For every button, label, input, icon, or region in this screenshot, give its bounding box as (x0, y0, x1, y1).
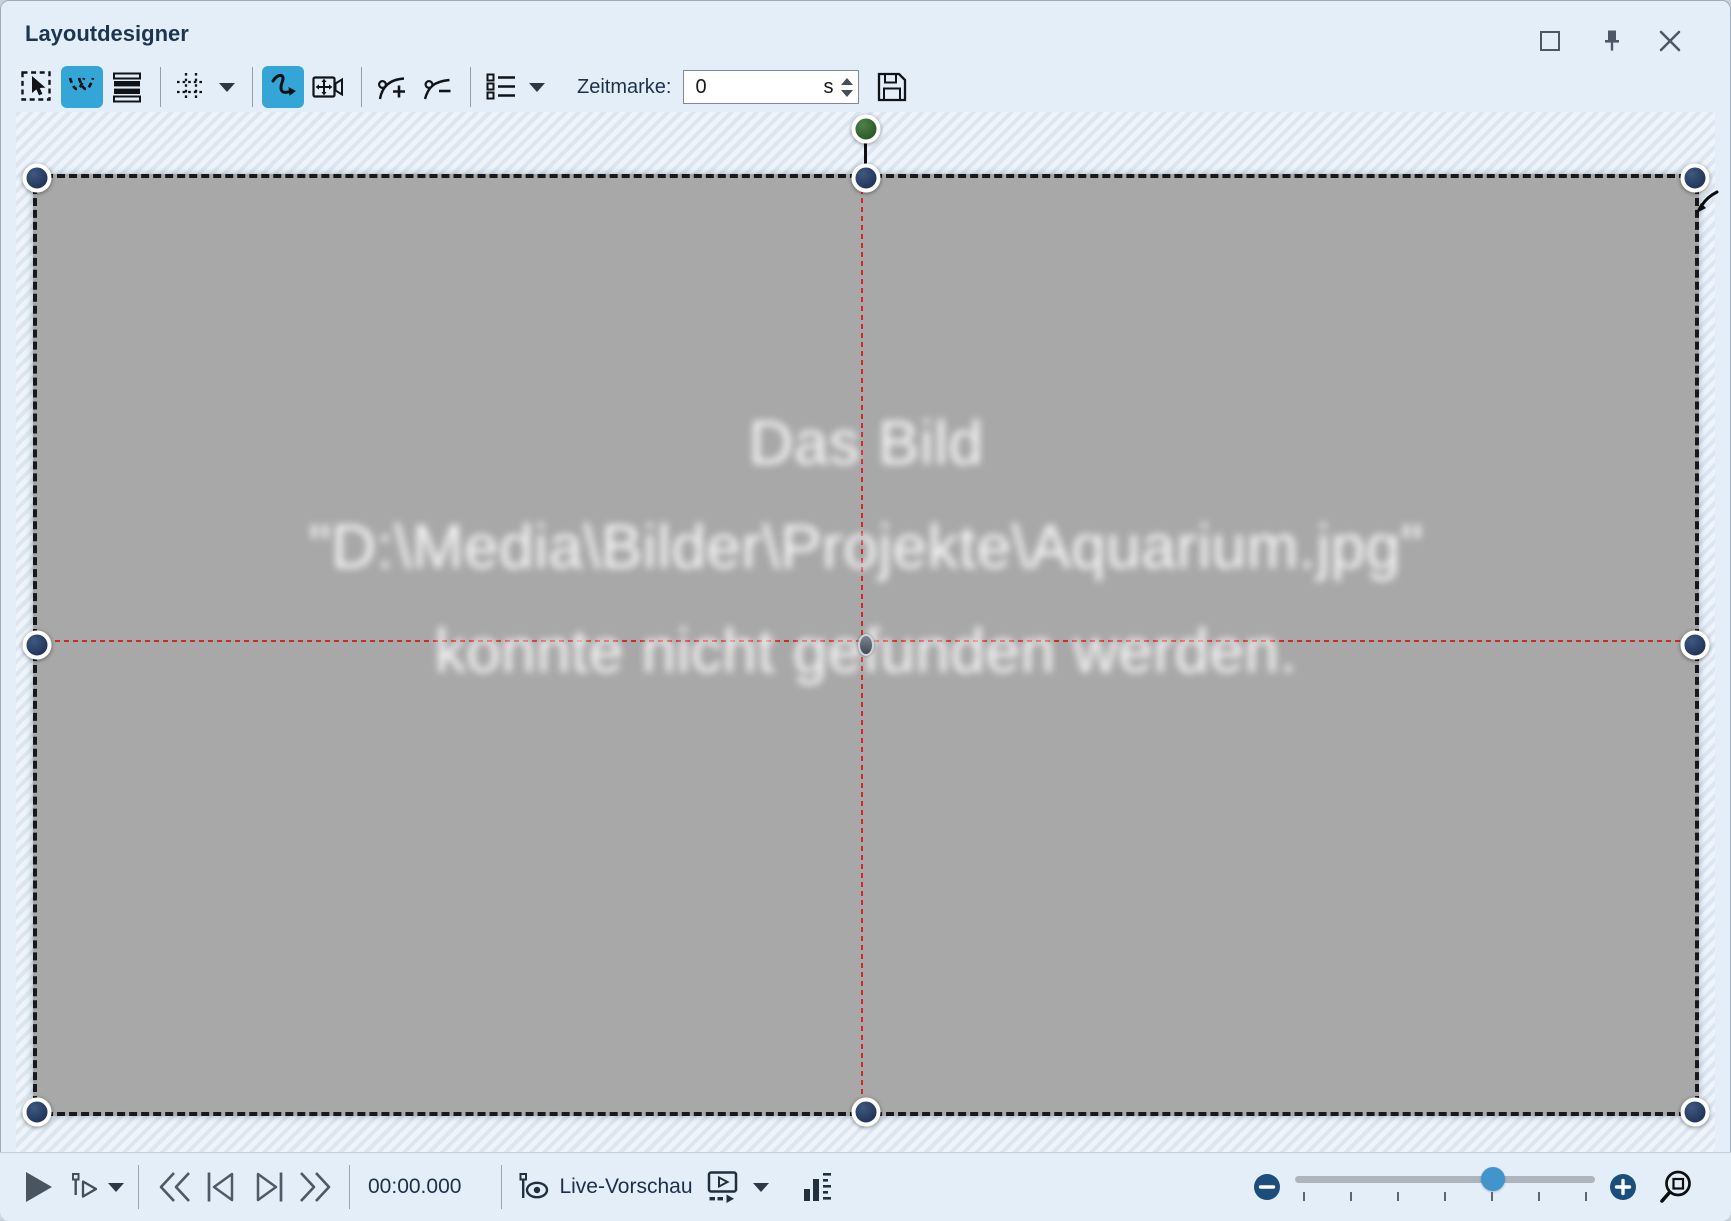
handle-middle-right[interactable] (1681, 631, 1710, 660)
error-line-2: "D:\Media\Bilder\Projekte\Aquarium.jpg" (37, 496, 1695, 600)
list-icon (484, 70, 518, 104)
transport-separator (138, 1165, 139, 1209)
remove-keyframe-button[interactable] (416, 66, 458, 108)
zoom-out-button[interactable] (1253, 1173, 1281, 1201)
zoom-in-icon (1609, 1173, 1637, 1201)
play-icon (24, 1171, 54, 1203)
handle-top-left[interactable] (23, 164, 52, 193)
camera-pan-button[interactable] (307, 66, 349, 108)
live-preview-icon (518, 1172, 550, 1202)
zeitmarke-unit: s (823, 76, 833, 99)
play-from-marker-button[interactable] (70, 1172, 100, 1202)
toolbar-separator (470, 67, 471, 107)
layers-button[interactable] (106, 66, 148, 108)
handle-bottom-center[interactable] (852, 1098, 881, 1127)
zoom-slider-track[interactable] (1295, 1176, 1595, 1183)
rewind-icon (153, 1169, 193, 1205)
grid-button[interactable] (170, 66, 212, 108)
camera-pan-icon (311, 70, 345, 104)
window-title: Layoutdesigner (25, 21, 189, 47)
brush-cursor-icon (1693, 190, 1719, 216)
play-dropdown-arrow[interactable] (108, 1183, 124, 1192)
pin-button[interactable] (1595, 24, 1629, 58)
add-keyframe-button[interactable] (371, 66, 413, 108)
layers-icon (110, 70, 144, 104)
rewind-button[interactable] (153, 1169, 193, 1205)
save-icon (875, 70, 909, 104)
center-anchor-handle[interactable] (858, 634, 874, 656)
toolbar-separator (160, 67, 161, 107)
transport-separator (501, 1165, 502, 1209)
preview-dropdown-arrow[interactable] (753, 1183, 769, 1192)
stats-icon (801, 1170, 833, 1204)
select-tool-button[interactable] (16, 66, 58, 108)
forward-icon (297, 1169, 337, 1205)
motion-path-tool-icon (65, 70, 99, 104)
zoom-fit-button[interactable] (1659, 1169, 1695, 1205)
play-from-marker-icon (70, 1172, 100, 1202)
list-button[interactable] (480, 66, 522, 108)
motion-path-tool-button[interactable] (61, 66, 103, 108)
select-tool-icon (20, 70, 54, 104)
handle-top-right[interactable] (1681, 164, 1710, 193)
forward-button[interactable] (297, 1169, 337, 1205)
zoom-slider-ticks (1303, 1192, 1587, 1201)
close-button[interactable] (1653, 24, 1687, 58)
grid-icon (174, 70, 208, 104)
zoom-controls (1253, 1166, 1731, 1208)
prev-frame-button[interactable] (201, 1169, 241, 1205)
add-keyframe-icon (375, 70, 409, 104)
missing-file-message: Das Bild "D:\Media\Bilder\Projekte\Aquar… (37, 392, 1695, 704)
main-toolbar: Zeitmarke: s (16, 62, 909, 112)
zeitmarke-input[interactable] (693, 75, 819, 100)
save-button[interactable] (875, 70, 909, 104)
handle-bottom-left[interactable] (23, 1098, 52, 1127)
smooth-curve-icon (266, 70, 300, 104)
live-preview-toggle[interactable] (518, 1172, 550, 1202)
rotation-handle[interactable] (852, 115, 881, 144)
next-frame-button[interactable] (249, 1169, 289, 1205)
close-icon (1658, 29, 1682, 53)
toolbar-separator (361, 67, 362, 107)
smooth-curve-button[interactable] (262, 66, 304, 108)
remove-keyframe-icon (420, 70, 454, 104)
grid-dropdown-arrow[interactable] (219, 83, 235, 92)
next-frame-icon (249, 1169, 289, 1205)
timestamp: 00:00.000 (368, 1175, 461, 1199)
spinner-down-arrow[interactable] (841, 90, 853, 97)
zoom-in-button[interactable] (1609, 1173, 1637, 1201)
zoom-slider-thumb[interactable] (1481, 1167, 1505, 1191)
transport-separator (349, 1165, 350, 1209)
handle-bottom-right[interactable] (1681, 1098, 1710, 1127)
preview-window-button[interactable] (707, 1170, 739, 1204)
layoutdesigner-window: Layoutdesigner (0, 0, 1731, 1221)
maximize-icon (1540, 31, 1560, 51)
zoom-fit-icon (1659, 1169, 1695, 1205)
toolbar-separator (252, 67, 253, 107)
spinner-up-arrow[interactable] (841, 78, 853, 85)
zoom-out-icon (1253, 1173, 1281, 1201)
play-button[interactable] (24, 1171, 54, 1203)
stats-button[interactable] (801, 1170, 833, 1204)
live-preview-label: Live-Vorschau (559, 1175, 692, 1199)
transport-bar: 00:00.000 Live-Vorschau (0, 1152, 1731, 1221)
zeitmarke-label: Zeitmarke: (577, 76, 671, 99)
handle-middle-left[interactable] (23, 631, 52, 660)
maximize-button[interactable] (1533, 24, 1567, 58)
prev-frame-icon (201, 1169, 241, 1205)
error-line-1: Das Bild (37, 392, 1695, 496)
list-dropdown-arrow[interactable] (529, 83, 545, 92)
zeitmarke-field: s (683, 70, 859, 104)
preview-window-icon (707, 1170, 739, 1204)
pin-icon (1599, 28, 1625, 54)
handle-top-center[interactable] (852, 164, 881, 193)
zoom-slider (1295, 1166, 1595, 1208)
